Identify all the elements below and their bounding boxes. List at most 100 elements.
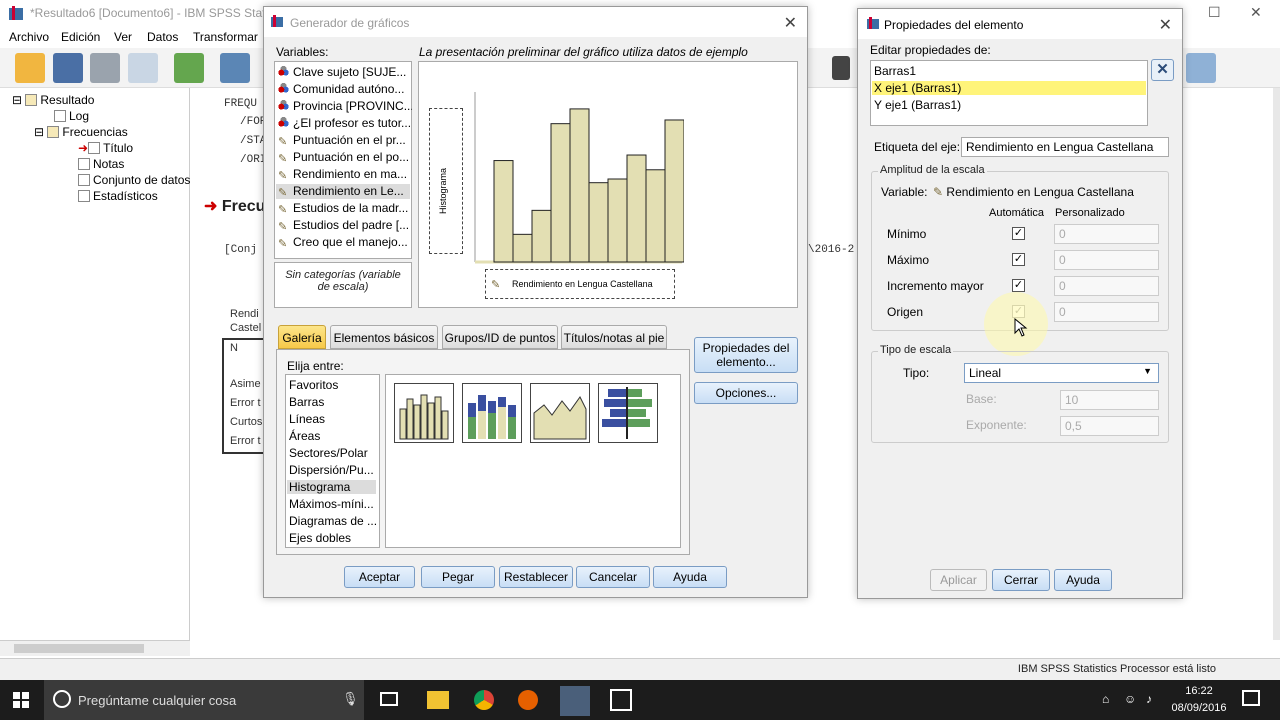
goto-icon[interactable] <box>832 56 850 80</box>
notifications-icon[interactable] <box>1242 690 1260 706</box>
tree-item-conjunto[interactable]: Conjunto de datos <box>78 173 190 187</box>
variable-item[interactable]: ✎ Estudios de la madr... <box>278 201 412 216</box>
variable-item[interactable]: Comunidad autóno... <box>278 82 412 96</box>
script-icon[interactable] <box>1186 53 1216 83</box>
dialog-recall-icon[interactable] <box>220 53 250 83</box>
tree-item-titulo[interactable]: ➜ Título <box>78 141 133 155</box>
tree-item-resultado[interactable]: ⊟ Resultado <box>12 93 94 107</box>
variable-item[interactable]: Provincia [PROVINC... <box>278 99 412 113</box>
people-icon[interactable]: ☺ <box>1124 692 1136 706</box>
x-axis-drop-zone[interactable]: ✎ Rendimiento en Lengua Castellana <box>485 269 675 299</box>
element-item[interactable]: Y eje1 (Barras1) <box>874 98 961 112</box>
print-icon[interactable] <box>90 53 120 83</box>
minimum-custom-input[interactable]: 0 <box>1054 224 1159 244</box>
chart-type-item[interactable]: Histograma <box>287 480 376 494</box>
chart-type-item[interactable]: Sectores/Polar <box>289 446 378 460</box>
output-vertical-scrollbar[interactable] <box>1273 88 1280 640</box>
variables-list[interactable]: Clave sujeto [SUJE... Comunidad autóno...… <box>274 61 412 259</box>
file-explorer-icon[interactable] <box>427 691 449 709</box>
tab-galeria[interactable]: Galería <box>278 325 326 349</box>
menu-edicion[interactable]: Edición <box>61 30 100 44</box>
close-icon[interactable]: ✕ <box>1159 15 1172 35</box>
element-item[interactable]: Barras1 <box>874 64 916 78</box>
chart-preview-canvas[interactable]: Histograma ✎ Rendimiento en Lengua Caste… <box>418 61 798 308</box>
tab-grupos-id[interactable]: Grupos/ID de puntos <box>442 325 558 349</box>
axis-label-input[interactable]: Rendimiento en Lengua Castellana <box>961 137 1169 157</box>
chart-type-item[interactable]: Diagramas de ... <box>289 514 378 528</box>
variable-item[interactable]: ✎ Rendimiento en ma... <box>278 167 412 182</box>
close-icon[interactable]: ✕ <box>1250 4 1262 21</box>
variable-item[interactable]: ¿El profesor es tutor... <box>278 116 412 130</box>
cortana-search-box[interactable]: Pregúntame cualquier cosa 🎙 <box>44 680 364 720</box>
major-increment-custom-input[interactable]: 0 <box>1054 276 1159 296</box>
y-axis-drop-zone[interactable]: Histograma <box>429 108 463 254</box>
simple-histogram-thumbnail[interactable] <box>394 383 454 443</box>
chart-type-item[interactable]: Favoritos <box>289 378 378 392</box>
help-button[interactable]: Ayuda <box>1054 569 1112 591</box>
network-icon[interactable]: ⌂ <box>1102 692 1109 706</box>
chart-type-item[interactable]: Líneas <box>289 412 378 426</box>
reset-button[interactable]: Restablecer <box>499 566 573 588</box>
tree-item-estadisticos[interactable]: Estadísticos <box>78 189 158 203</box>
exponent-input[interactable]: 0,5 <box>1060 416 1159 436</box>
stacked-histogram-thumbnail[interactable] <box>462 383 522 443</box>
help-button[interactable]: Ayuda <box>653 566 727 588</box>
tab-elementos-basicos[interactable]: Elementos básicos <box>330 325 438 349</box>
volume-icon[interactable]: ♪ <box>1146 692 1152 706</box>
cancel-button[interactable]: Cancelar <box>576 566 650 588</box>
tree-item-frecuencias[interactable]: ⊟ Frecuencias <box>34 125 128 139</box>
variable-item[interactable]: ✎ Estudios del padre [... <box>278 218 412 233</box>
windows-start-icon[interactable] <box>13 692 29 708</box>
clock-time[interactable]: 16:22 <box>1164 685 1234 697</box>
spss-output-taskbar-icon[interactable] <box>610 689 632 711</box>
chart-type-item[interactable]: Barras <box>289 395 378 409</box>
microphone-icon[interactable]: 🎙 <box>342 691 359 707</box>
apply-button[interactable]: Aplicar <box>930 569 987 591</box>
chart-type-item[interactable]: Ejes dobles <box>289 531 378 545</box>
origin-custom-input[interactable]: 0 <box>1054 302 1159 322</box>
menu-ver[interactable]: Ver <box>114 30 132 44</box>
spss-taskbar-icon[interactable] <box>560 686 590 716</box>
tree-item-log[interactable]: Log <box>54 109 89 123</box>
menu-transformar[interactable]: Transformar <box>193 30 258 44</box>
minimum-auto-checkbox[interactable]: ✓ <box>1012 227 1025 240</box>
maximum-custom-input[interactable]: 0 <box>1054 250 1159 270</box>
chart-type-item[interactable]: Dispersión/Pu... <box>289 463 378 477</box>
task-view-icon[interactable] <box>380 692 398 706</box>
chart-type-item[interactable]: Máximos-míni... <box>289 497 378 511</box>
tree-item-notas[interactable]: Notas <box>78 157 124 171</box>
print-preview-icon[interactable] <box>128 53 158 83</box>
tree-horizontal-scrollbar[interactable] <box>0 640 190 656</box>
clock-date[interactable]: 08/09/2016 <box>1164 702 1234 714</box>
variable-item[interactable]: ✎ Puntuación en el po... <box>278 150 412 165</box>
scroll-thumb[interactable] <box>14 644 144 653</box>
frequency-polygon-thumbnail[interactable] <box>530 383 590 443</box>
options-button[interactable]: Opciones... <box>694 382 798 404</box>
base-input[interactable]: 10 <box>1060 390 1159 410</box>
chart-type-list[interactable]: Favoritos Barras Líneas Áreas Sectores/Polar… <box>285 374 380 548</box>
save-icon[interactable] <box>53 53 83 83</box>
chart-type-item[interactable]: Áreas <box>289 429 378 443</box>
close-icon[interactable]: ✕ <box>784 13 797 33</box>
variable-item[interactable]: ✎ Puntuación en el pr... <box>278 133 412 148</box>
variable-item[interactable]: ✎ Rendimiento en Le... <box>276 184 410 199</box>
variable-item[interactable]: ✎ Creo que el manejo... <box>278 235 412 250</box>
close-button[interactable]: Cerrar <box>992 569 1050 591</box>
firefox-icon[interactable] <box>518 690 538 710</box>
major-increment-auto-checkbox[interactable]: ✓ <box>1012 279 1025 292</box>
element-list[interactable]: Barras1 X eje1 (Barras1) Y eje1 (Barras1… <box>870 60 1148 126</box>
variable-item[interactable]: Clave sujeto [SUJE... <box>278 65 412 79</box>
export-icon[interactable] <box>174 53 204 83</box>
element-properties-button[interactable]: Propiedades del elemento... <box>694 337 798 373</box>
chrome-icon[interactable] <box>474 690 494 710</box>
scale-type-select[interactable]: Lineal ▼ <box>964 363 1159 383</box>
menu-datos[interactable]: Datos <box>147 30 178 44</box>
open-folder-icon[interactable] <box>15 53 45 83</box>
delete-element-icon[interactable]: ✕ <box>1151 59 1174 81</box>
menu-archivo[interactable]: Archivo <box>9 30 49 44</box>
accept-button[interactable]: Aceptar <box>344 566 415 588</box>
maximum-auto-checkbox[interactable]: ✓ <box>1012 253 1025 266</box>
paste-button[interactable]: Pegar <box>421 566 495 588</box>
element-item-selected[interactable]: X eje1 (Barras1) <box>872 81 1146 95</box>
population-pyramid-thumbnail[interactable] <box>598 383 658 443</box>
